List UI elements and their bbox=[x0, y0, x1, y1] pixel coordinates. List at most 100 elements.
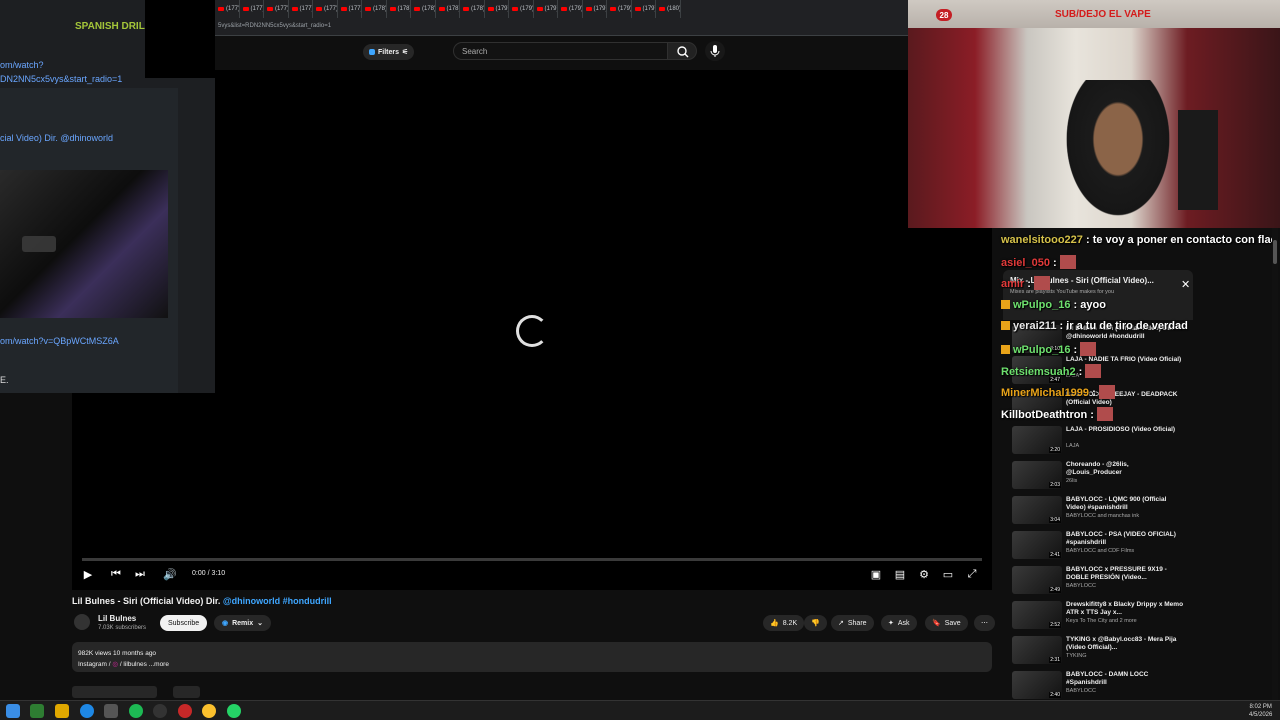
chat-scrollbar-thumb[interactable] bbox=[1273, 240, 1277, 264]
browser-tab[interactable]: (178) B bbox=[460, 0, 485, 18]
browser-tab[interactable]: (178) Z bbox=[436, 0, 460, 18]
play-button[interactable]: ▶ bbox=[80, 566, 96, 582]
playlist-item[interactable]: 2:49 BABYLOCC x PRESSURE 9X19 - DOBLE PRE… bbox=[1012, 566, 1192, 600]
playlist-item[interactable]: 2:03 Choreando - @26lis, @Louis_Producer 2… bbox=[1012, 461, 1192, 495]
search-input[interactable]: Search bbox=[453, 42, 667, 60]
playlist-item[interactable]: 3:04 BABYLOCC - LQMC 900 (Official Video)… bbox=[1012, 496, 1192, 530]
title-hashtags[interactable]: @dhinoworld #hondudrill bbox=[223, 596, 332, 606]
browser-tab[interactable]: (179) O bbox=[509, 0, 534, 18]
app-icon[interactable] bbox=[30, 704, 44, 718]
chat-username[interactable]: yerai211 bbox=[1013, 320, 1056, 332]
url-link-2[interactable]: om/watch?v=QBpWCtMSZ6A bbox=[0, 336, 119, 346]
app-icon-2[interactable] bbox=[104, 704, 118, 718]
browser-tab[interactable]: (179) K bbox=[583, 0, 607, 18]
browser-tab[interactable]: (178) B bbox=[411, 0, 436, 18]
browser-tab[interactable]: (177) V bbox=[289, 0, 313, 18]
browser-tab[interactable]: (177) A bbox=[264, 0, 289, 18]
system-clock[interactable]: 8:02 PM 4/5/2026 bbox=[1249, 703, 1272, 719]
like-button[interactable]: 👍 8.2K bbox=[763, 615, 805, 631]
spotify-icon[interactable] bbox=[129, 704, 143, 718]
remix-button[interactable]: ◉ Remix ⌄ bbox=[214, 615, 271, 631]
browser-tab[interactable]: (179) B bbox=[558, 0, 583, 18]
previous-icon: ⏮ bbox=[111, 567, 121, 580]
loading-spinner-icon bbox=[516, 315, 548, 347]
playlist-item[interactable]: 2:31 TYKING x @Babyl.occ83 - Mera Pija (V… bbox=[1012, 636, 1192, 670]
browser-tab[interactable]: (178) L bbox=[362, 0, 387, 18]
channel-name[interactable]: Lil Bulnes bbox=[98, 614, 136, 623]
save-button[interactable]: 🔖 Save bbox=[925, 615, 968, 631]
video-title-link[interactable]: cial Video) Dir. @dhinoworld bbox=[0, 133, 113, 143]
close-mix-button[interactable]: ✕ bbox=[1181, 278, 1190, 291]
speaker-image bbox=[1178, 110, 1218, 210]
filters-button[interactable]: Filters ⚟ bbox=[363, 44, 415, 60]
chat-scrollbar[interactable] bbox=[1272, 228, 1278, 700]
chat-message: Retsiemsuah2 : bbox=[1001, 364, 1102, 378]
ask-button[interactable]: ✦ Ask bbox=[881, 615, 917, 631]
more-actions-button[interactable]: ⋯ bbox=[974, 615, 995, 631]
chat-username[interactable]: Retsiemsuah2 bbox=[1001, 366, 1076, 378]
chat-username[interactable]: KillbotDeathtron bbox=[1001, 409, 1087, 421]
duration-badge: 2:31 bbox=[1049, 657, 1061, 663]
chat-username[interactable]: wPulpo_16 bbox=[1013, 344, 1070, 356]
app-icon-3[interactable] bbox=[178, 704, 192, 718]
fullscreen-button[interactable]: ⤢ bbox=[964, 566, 980, 582]
description-box[interactable]: 982K views 10 months ago Instagram / ◎ /… bbox=[72, 642, 992, 672]
show-more-link[interactable]: ...more bbox=[149, 661, 169, 668]
playlist-item-channel: BABYLOCC bbox=[1066, 583, 1096, 589]
chat-username[interactable]: wPulpo_16 bbox=[1013, 299, 1070, 311]
chat-text: ir a tu de tiro de verdad bbox=[1066, 320, 1188, 332]
playlist-item-channel: 26lis bbox=[1066, 478, 1078, 484]
start-menu-icon[interactable] bbox=[6, 704, 20, 718]
browser-tab-strip: (177) V (177) V (177) A (177) V (177) V (177)… bbox=[215, 0, 908, 18]
browser-tab[interactable]: (179) D bbox=[632, 0, 656, 18]
previous-button[interactable]: ⏮ bbox=[108, 566, 124, 582]
autoplay-toggle[interactable]: ▣ bbox=[868, 566, 884, 582]
chat-username[interactable]: MinerMichal1999 bbox=[1001, 387, 1089, 399]
subtitles-button[interactable]: ▤ bbox=[892, 566, 908, 582]
address-bar[interactable]: 5vys&list=RDN2NN5cx5vys&start_radio=1 bbox=[215, 18, 908, 36]
channel-avatar[interactable] bbox=[74, 614, 90, 630]
instagram-handle[interactable]: / lilbulnes bbox=[120, 661, 147, 668]
whatsapp-icon[interactable] bbox=[227, 704, 241, 718]
subscribe-button[interactable]: Subscribe bbox=[160, 615, 208, 631]
browser-icon[interactable] bbox=[80, 704, 94, 718]
tab-label: (178) L bbox=[373, 6, 387, 12]
chrome-icon[interactable] bbox=[202, 704, 216, 718]
browser-tab[interactable]: (178) H bbox=[387, 0, 411, 18]
browser-tab[interactable]: (179) T bbox=[534, 0, 558, 18]
playlist-item[interactable]: 2:20 LAJA - PROSIDIOSO (Video Oficial) LAJ… bbox=[1012, 426, 1192, 460]
bookmark-icon: 🔖 bbox=[932, 620, 941, 627]
tab-label: (177) V bbox=[324, 6, 338, 12]
browser-tab[interactable]: (177) V bbox=[215, 0, 240, 18]
tab-label: (177) A bbox=[275, 6, 289, 12]
chat-emote-icon bbox=[1034, 276, 1051, 290]
browser-tab[interactable]: (177) V bbox=[313, 0, 338, 18]
chat-username[interactable]: asiel_050 bbox=[1001, 257, 1050, 269]
browser-tab[interactable]: (177) V bbox=[240, 0, 264, 18]
file-explorer-icon[interactable] bbox=[55, 704, 69, 718]
tab-label: (177) V bbox=[348, 6, 362, 12]
tab-label: (179) F bbox=[495, 6, 509, 12]
dislike-button[interactable]: 👎 bbox=[804, 615, 827, 631]
obs-icon[interactable] bbox=[153, 704, 167, 718]
browser-tab[interactable]: (179) B bbox=[607, 0, 632, 18]
volume-button[interactable]: 🔊 bbox=[162, 566, 178, 582]
voice-search-button[interactable] bbox=[705, 41, 725, 61]
browser-tab[interactable]: (179) F bbox=[485, 0, 509, 18]
browser-tab[interactable]: (177) V bbox=[338, 0, 362, 18]
url-link-line1[interactable]: om/watch? bbox=[0, 60, 44, 70]
next-button[interactable]: ⏭ bbox=[132, 566, 148, 582]
share-button[interactable]: ↗ Share bbox=[831, 615, 874, 631]
miniplayer-button[interactable]: ▭ bbox=[940, 566, 956, 582]
search-button[interactable] bbox=[667, 42, 697, 60]
url-link-line2[interactable]: DN2NN5cx5vys&start_radio=1 bbox=[0, 74, 122, 84]
video-thumbnail[interactable] bbox=[0, 170, 168, 318]
chat-username[interactable]: wanelsitooo227 bbox=[1001, 234, 1083, 246]
browser-tab[interactable]: (180) bbox=[656, 0, 681, 18]
settings-button[interactable]: ⚙ bbox=[916, 566, 932, 582]
progress-bar[interactable] bbox=[82, 558, 982, 561]
playlist-item[interactable]: 2:52 Drewskifitty8 x Blacky Drippy x Memo… bbox=[1012, 601, 1192, 635]
chat-username[interactable]: amir bbox=[1001, 278, 1024, 290]
panel-label: SPANISH DRIL bbox=[75, 21, 145, 32]
playlist-item[interactable]: 2:41 BABYLOCC - PSA (VIDEO OFICIAL) #span… bbox=[1012, 531, 1192, 565]
